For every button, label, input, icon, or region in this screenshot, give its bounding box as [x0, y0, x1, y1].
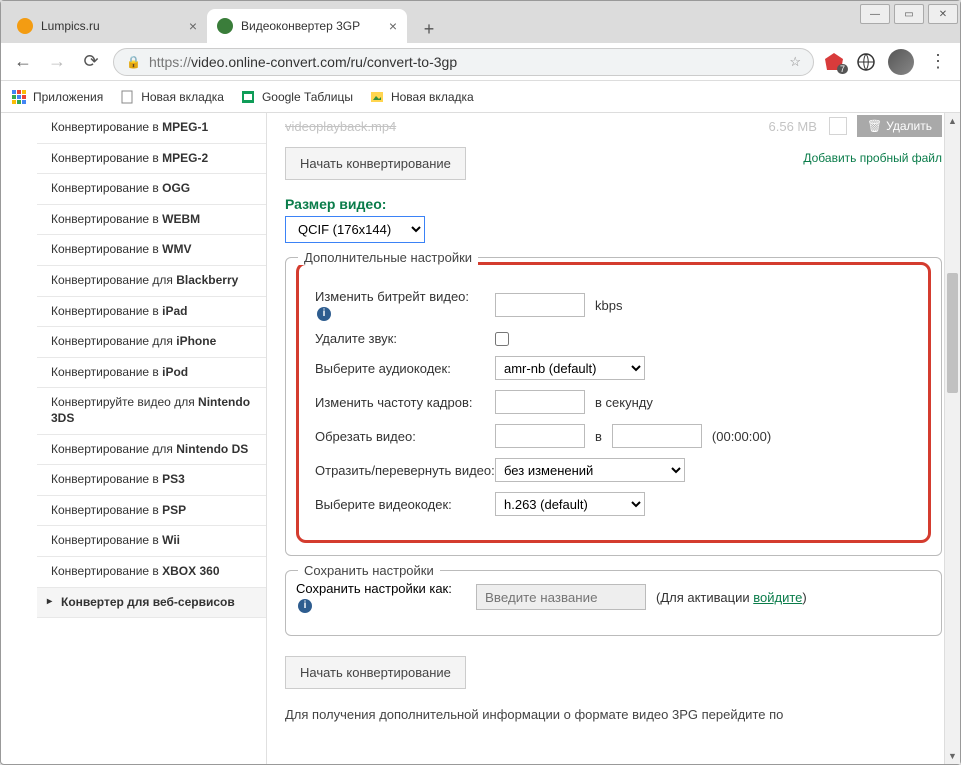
- picture-icon: [369, 89, 385, 105]
- video-size-label: Размер видео:: [285, 196, 942, 212]
- tab-close-icon[interactable]: ×: [389, 18, 397, 34]
- framerate-input[interactable]: [495, 390, 585, 414]
- nav-back-button[interactable]: ←: [11, 50, 35, 74]
- sidebar-item[interactable]: Конвертирование в WMV: [37, 235, 266, 266]
- file-row: videoplayback.mp4 6.56 MB 🗑Удалить: [285, 113, 942, 141]
- sidebar-item[interactable]: Конвертирование в MPEG-2: [37, 144, 266, 175]
- apps-grid-icon: [11, 89, 27, 105]
- browser-tab-lumpics[interactable]: Lumpics.ru ×: [7, 9, 207, 43]
- adblock-badge: 7: [837, 64, 848, 74]
- advanced-settings-fieldset: Дополнительные настройки Изменить битрей…: [285, 257, 942, 556]
- bookmarks-bar: Приложения Новая вкладка Google Таблицы …: [1, 81, 960, 113]
- sidebar-item[interactable]: Конвертирование в PSP: [37, 496, 266, 527]
- tab-close-icon[interactable]: ×: [189, 18, 197, 34]
- bitrate-input[interactable]: [495, 293, 585, 317]
- profile-avatar[interactable]: [888, 49, 914, 75]
- trim-end-input[interactable]: [612, 424, 702, 448]
- trim-start-input[interactable]: [495, 424, 585, 448]
- video-size-select[interactable]: QCIF (176x144): [285, 216, 425, 243]
- footer-text: Для получения дополнительной информации …: [285, 707, 942, 722]
- scroll-thumb[interactable]: [947, 273, 958, 393]
- convert-button-bottom[interactable]: Начать конвертирование: [285, 656, 466, 689]
- info-icon[interactable]: i: [317, 307, 331, 321]
- trim-label: Обрезать видео:: [315, 429, 495, 444]
- favicon-icon: [217, 18, 233, 34]
- nav-forward-button[interactable]: →: [45, 50, 69, 74]
- secure-lock-icon: 🔒: [126, 55, 141, 69]
- address-bar: ← → ⟳ 🔒 https://video.online-convert.com…: [1, 43, 960, 81]
- trim-hint: (00:00:00): [712, 429, 771, 444]
- advanced-settings-legend: Дополнительные настройки: [298, 250, 478, 265]
- info-icon[interactable]: i: [298, 599, 312, 613]
- tab-title: Lumpics.ru: [41, 19, 181, 33]
- sidebar-item-web-services[interactable]: Конвертер для веб-сервисов: [37, 588, 266, 619]
- trash-icon: 🗑: [867, 119, 882, 133]
- menu-button[interactable]: ⋮: [926, 50, 950, 74]
- nav-reload-button[interactable]: ⟳: [79, 50, 103, 74]
- highlighted-settings-box: Изменить битрейт видео:i kbps Удалите зв…: [296, 262, 931, 543]
- trim-separator: в: [595, 429, 602, 444]
- star-bookmark-icon[interactable]: ☆: [789, 54, 801, 70]
- flip-label: Отразить/перевернуть видео:: [315, 463, 495, 478]
- url-bar[interactable]: 🔒 https://video.online-convert.com/ru/co…: [113, 48, 814, 76]
- new-tab-button[interactable]: +: [415, 15, 443, 43]
- save-settings-legend: Сохранить настройки: [298, 563, 440, 578]
- video-codec-label: Выберите видеокодек:: [315, 497, 495, 512]
- bookmark-new-tab[interactable]: Новая вкладка: [119, 89, 224, 105]
- main-content: videoplayback.mp4 6.56 MB 🗑Удалить Добав…: [267, 113, 960, 764]
- delete-button[interactable]: 🗑Удалить: [857, 115, 942, 137]
- remove-audio-label: Удалите звук:: [315, 331, 495, 346]
- bitrate-unit: kbps: [595, 298, 622, 313]
- window-minimize-button[interactable]: —: [860, 4, 890, 24]
- remove-audio-checkbox[interactable]: [495, 332, 509, 346]
- file-type-icon: [829, 117, 847, 135]
- browser-tab-converter[interactable]: Видеоконвертер 3GP ×: [207, 9, 407, 43]
- sidebar-item[interactable]: Конвертирование в WEBM: [37, 205, 266, 236]
- tab-title: Видеоконвертер 3GP: [241, 19, 381, 33]
- file-name: videoplayback.mp4: [285, 119, 769, 134]
- window-maximize-button[interactable]: ▭: [894, 4, 924, 24]
- save-settings-fieldset: Сохранить настройки Сохранить настройки …: [285, 570, 942, 636]
- sidebar-item[interactable]: Конвертирование для Nintendo DS: [37, 435, 266, 466]
- audio-codec-select[interactable]: amr-nb (default): [495, 356, 645, 380]
- framerate-unit: в секунду: [595, 395, 653, 410]
- favicon-icon: [17, 18, 33, 34]
- save-name-input[interactable]: [476, 584, 646, 610]
- activation-text: (Для активации войдите): [656, 590, 807, 605]
- audio-codec-label: Выберите аудиокодек:: [315, 361, 495, 376]
- video-codec-select[interactable]: h.263 (default): [495, 492, 645, 516]
- save-as-label: Сохранить настройки как:i: [296, 581, 476, 613]
- trial-file-link[interactable]: Добавить пробный файл: [803, 151, 942, 165]
- framerate-label: Изменить частоту кадров:: [315, 395, 495, 410]
- convert-button-top[interactable]: Начать конвертирование: [285, 147, 466, 180]
- bookmark-google-sheets[interactable]: Google Таблицы: [240, 89, 353, 105]
- page-icon: [119, 89, 135, 105]
- sidebar-item[interactable]: Конвертирование для iPhone: [37, 327, 266, 358]
- bitrate-label: Изменить битрейт видео:i: [315, 289, 495, 321]
- sidebar-item[interactable]: Конвертирование для Blackberry: [37, 266, 266, 297]
- file-size: 6.56 MB: [769, 119, 817, 134]
- login-link[interactable]: войдите: [753, 590, 802, 605]
- scrollbar[interactable]: ▲ ▼: [944, 113, 960, 764]
- sidebar-item[interactable]: Конвертирование в XBOX 360: [37, 557, 266, 588]
- sidebar-item[interactable]: Конвертирование в MPEG-1: [37, 113, 266, 144]
- scroll-down-arrow[interactable]: ▼: [945, 748, 960, 764]
- sidebar-item[interactable]: Конвертирование в Wii: [37, 526, 266, 557]
- url-text: https://video.online-convert.com/ru/conv…: [149, 54, 781, 70]
- window-close-button[interactable]: ✕: [928, 4, 958, 24]
- bookmark-new-tab-2[interactable]: Новая вкладка: [369, 89, 474, 105]
- scroll-up-arrow[interactable]: ▲: [945, 113, 960, 129]
- apps-button[interactable]: Приложения: [11, 89, 103, 105]
- sidebar-item[interactable]: Конвертирование в PS3: [37, 465, 266, 496]
- flip-select[interactable]: без изменений: [495, 458, 685, 482]
- sidebar-item[interactable]: Конвертирование в iPod: [37, 358, 266, 389]
- adblock-icon[interactable]: 7: [824, 52, 844, 72]
- tab-strip: Lumpics.ru × Видеоконвертер 3GP × +: [1, 1, 960, 43]
- sidebar: Конвертирование в MPEG-1Конвертирование …: [37, 113, 267, 764]
- globe-icon[interactable]: [856, 52, 876, 72]
- sidebar-item[interactable]: Конвертируйте видео для Nintendo 3DS: [37, 388, 266, 434]
- sidebar-item[interactable]: Конвертирование в OGG: [37, 174, 266, 205]
- sheets-icon: [240, 89, 256, 105]
- sidebar-item[interactable]: Конвертирование в iPad: [37, 297, 266, 328]
